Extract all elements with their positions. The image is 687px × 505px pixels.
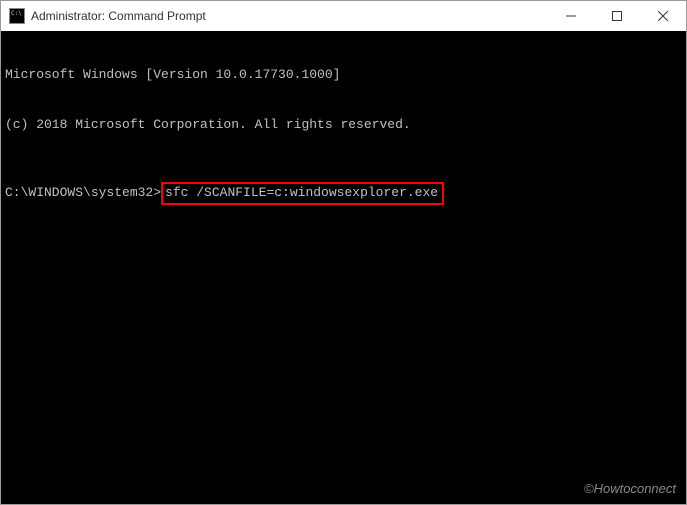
watermark: ©Howtoconnect bbox=[584, 481, 676, 498]
cmd-icon bbox=[9, 8, 25, 24]
window-controls bbox=[548, 1, 686, 31]
terminal-area[interactable]: Microsoft Windows [Version 10.0.17730.10… bbox=[1, 31, 686, 504]
prompt-line: C:\WINDOWS\system32> sfc /SCANFILE=c:wind… bbox=[5, 182, 682, 205]
prompt-text: C:\WINDOWS\system32> bbox=[5, 185, 161, 202]
titlebar[interactable]: Administrator: Command Prompt bbox=[1, 1, 686, 31]
copyright-line: (c) 2018 Microsoft Corporation. All righ… bbox=[5, 117, 682, 134]
command-highlight: sfc /SCANFILE=c:windowsexplorer.exe bbox=[161, 182, 444, 205]
window-title: Administrator: Command Prompt bbox=[31, 9, 206, 23]
close-button[interactable] bbox=[640, 1, 686, 31]
maximize-button[interactable] bbox=[594, 1, 640, 31]
titlebar-left: Administrator: Command Prompt bbox=[9, 8, 206, 24]
command-text: sfc /SCANFILE=c:windowsexplorer.exe bbox=[165, 185, 438, 200]
command-prompt-window: Administrator: Command Prompt Microsoft … bbox=[0, 0, 687, 505]
minimize-button[interactable] bbox=[548, 1, 594, 31]
version-line: Microsoft Windows [Version 10.0.17730.10… bbox=[5, 67, 682, 84]
